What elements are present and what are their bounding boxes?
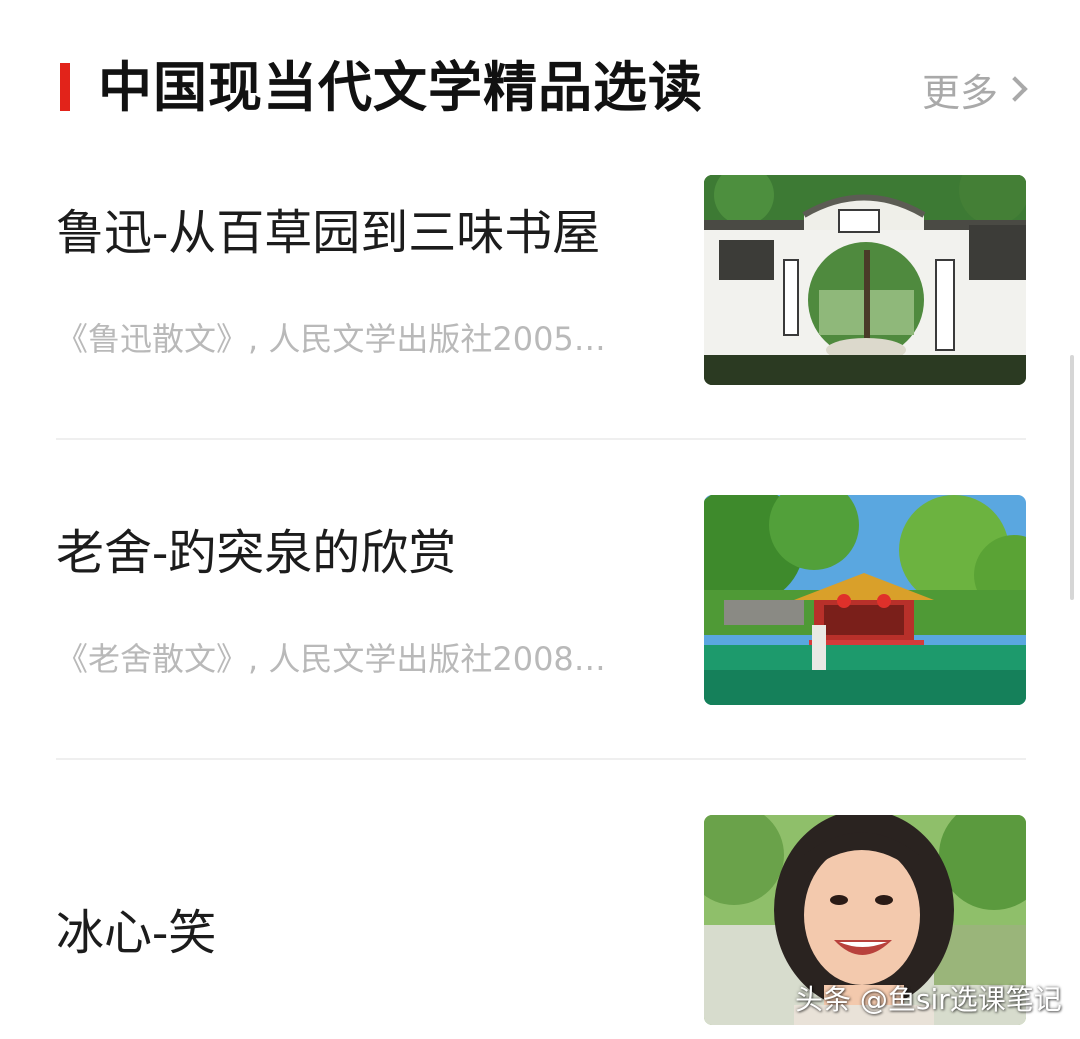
article-source: 《老舍散文》, 人民文学出版社2008… <box>56 640 606 678</box>
more-label: 更多 <box>921 70 998 115</box>
section-accent-bar <box>60 63 70 111</box>
pavilion-spring-photo <box>704 495 1026 705</box>
section-header: 中国现当代文学精品选读 更多 <box>0 0 1080 150</box>
scrollbar[interactable] <box>1070 355 1074 600</box>
list-divider <box>56 758 1026 760</box>
article-title: 鲁迅-从百草园到三味书屋 <box>56 205 601 261</box>
article-thumbnail-pavilion <box>704 495 1026 705</box>
article-title: 老舍-趵突泉的欣赏 <box>56 525 457 581</box>
article-source: 《鲁迅散文》, 人民文学出版社2005… <box>56 320 606 358</box>
round-moon-gate-photo <box>704 175 1026 385</box>
article-title: 冰心-笑 <box>56 905 217 961</box>
list-divider <box>56 438 1026 440</box>
chevron-right-icon <box>1002 76 1028 102</box>
watermark: 头条 @鱼sir选课笔记 <box>795 983 1062 1016</box>
article-card-luxun[interactable]: 鲁迅-从百草园到三味书屋 《鲁迅散文》, 人民文学出版社2005… <box>56 175 1026 385</box>
article-thumbnail-moon-gate <box>704 175 1026 385</box>
section-title: 中国现当代文学精品选读 <box>98 55 703 119</box>
more-button[interactable]: 更多 <box>921 64 1028 115</box>
article-card-laoshe[interactable]: 老舍-趵突泉的欣赏 《老舍散文》, 人民文学出版社2008… <box>56 495 1026 705</box>
